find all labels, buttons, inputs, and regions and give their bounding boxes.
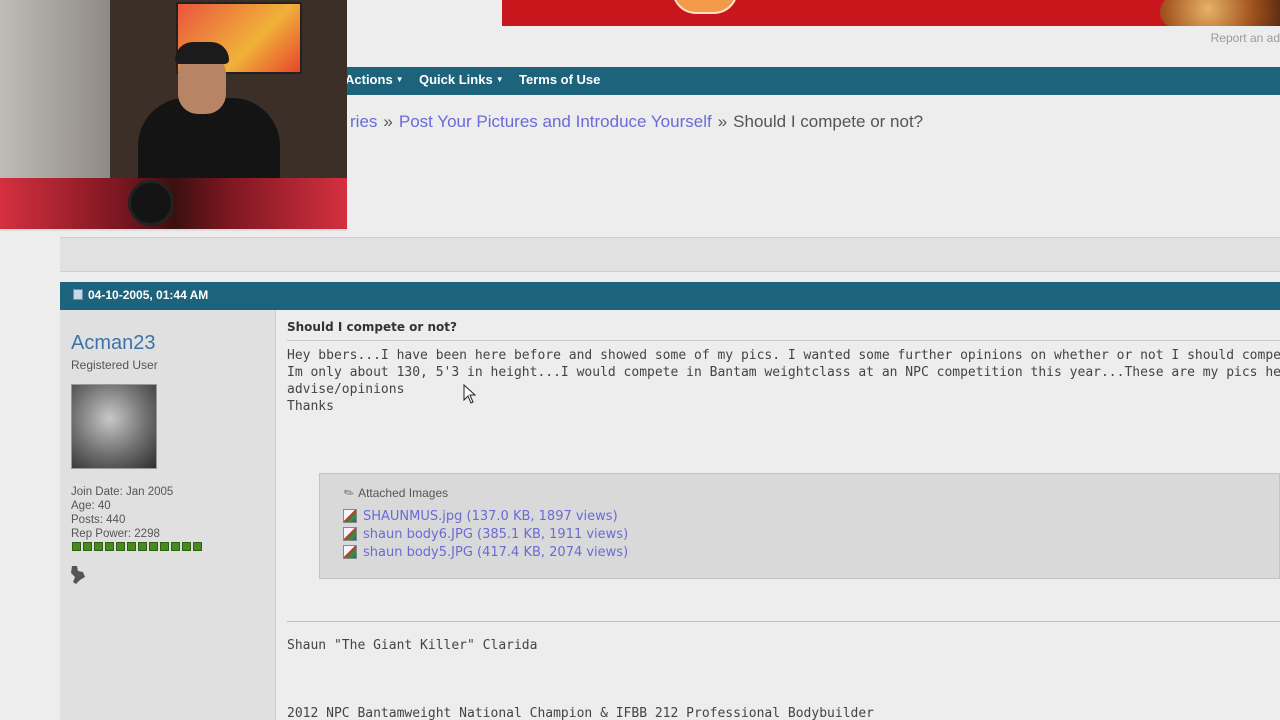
post-date: 04-10-2005, 01:44 AM [88,288,209,302]
breadcrumb: ries » Post Your Pictures and Introduce Yo… [350,112,923,132]
post-body-line: Thanks [287,399,334,414]
post-content: Should I compete or not? Hey bbers...I h… [287,310,1280,720]
user-age: Age: 40 [71,500,111,512]
attachment-label: SHAUNMUS.jpg (137.0 KB, 1897 views) [363,508,618,524]
signature-line: Shaun "The Giant Killer" Clarida [287,638,538,653]
reputation-pip-icon [94,542,103,551]
post-body-line: Im only about 130, 5'3 in height...I wou… [287,365,1280,380]
flex-arm-icon[interactable] [68,564,88,591]
avatar[interactable] [71,384,157,469]
nav-terms-of-use[interactable]: Terms of Use [519,72,600,87]
breadcrumb-separator: » [717,112,728,131]
reputation-pip-icon [138,542,147,551]
post-header: 04-10-2005, 01:44 AM [60,282,1280,310]
reputation-pip-icon [105,542,114,551]
post-title: Should I compete or not? [287,320,457,334]
thread-tools-bar [60,237,1280,272]
webcam-overlay [0,0,347,231]
webcam-microphone [128,180,174,226]
reputation-pip-icon [149,542,158,551]
post-body: Hey bbers...I have been here before and … [287,347,1280,415]
nav-quick-links-label: Quick Links [419,72,493,87]
reputation-pip-icon [160,542,169,551]
reputation-pip-icon [83,542,92,551]
nav-actions[interactable]: Actions ▼ [345,72,404,87]
attachment-list: SHAUNMUS.jpg (137.0 KB, 1897 views) shau… [343,507,628,561]
image-file-icon [343,509,357,523]
flex-arm-svg [71,566,85,584]
signature-line: 2012 NPC Bantamweight National Champion … [287,706,874,720]
nav-actions-label: Actions [345,72,393,87]
attachments-box: ✎Attached Images SHAUNMUS.jpg (137.0 KB,… [319,473,1280,579]
reputation-pip-icon [127,542,136,551]
nav-quick-links[interactable]: Quick Links ▼ [419,72,504,87]
rep-power: Rep Power: 2298 [71,528,160,540]
breadcrumb-link-category[interactable]: ries [350,112,377,131]
attachment-link[interactable]: shaun body6.JPG (385.1 KB, 1911 views) [343,525,628,543]
breadcrumb-separator: » [383,112,393,131]
nav-terms-label: Terms of Use [519,72,601,87]
breadcrumb-current: Should I compete or not? [733,112,924,131]
reputation-pip-icon [193,542,202,551]
reputation-bar [72,542,202,551]
attachments-header: ✎Attached Images [341,484,449,502]
attachment-label: shaun body5.JPG (417.4 KB, 2074 views) [363,544,629,560]
image-file-icon [343,527,357,541]
breadcrumb-link-forum[interactable]: Post Your Pictures and Introduce Yoursel… [399,112,712,131]
post-body-line: advise/opinions [287,382,405,397]
ad-burger-image [1160,0,1280,26]
paperclip-icon: ✎ [341,484,357,502]
ad-graphic [672,0,738,14]
webcam-person-cap [175,42,229,64]
report-ad-link[interactable]: Report an ad [1211,31,1280,45]
post-count: Posts: 440 [71,514,126,526]
ad-banner[interactable] [502,0,1280,26]
join-date: Join Date: Jan 2005 [71,486,174,498]
user-stats: Join Date: Jan 2005 Age: 40 Posts: 440 R… [71,485,173,541]
post-body-line: Hey bbers...I have been here before and … [287,348,1280,363]
reputation-pip-icon [171,542,180,551]
caret-down-icon: ▼ [495,75,504,84]
signature-divider [287,621,1280,622]
webcam-wall [0,0,110,178]
user-title: Registered User [71,358,158,372]
image-file-icon [343,545,357,559]
post-user-info: Acman23 Registered User Join Date: Jan 2… [60,310,276,720]
title-divider [287,340,1280,341]
reputation-pip-icon [72,542,81,551]
attachment-label: shaun body6.JPG (385.1 KB, 1911 views) [363,526,629,542]
username-link[interactable]: Acman23 [71,332,156,355]
attachment-link[interactable]: SHAUNMUS.jpg (137.0 KB, 1897 views) [343,507,628,525]
reputation-pip-icon [182,542,191,551]
attachment-link[interactable]: shaun body5.JPG (417.4 KB, 2074 views) [343,543,628,561]
caret-down-icon: ▼ [395,75,404,84]
reputation-pip-icon [116,542,125,551]
attachments-header-label: Attached Images [358,486,449,500]
post-status-icon [73,289,83,300]
mouse-cursor-icon [463,384,477,404]
